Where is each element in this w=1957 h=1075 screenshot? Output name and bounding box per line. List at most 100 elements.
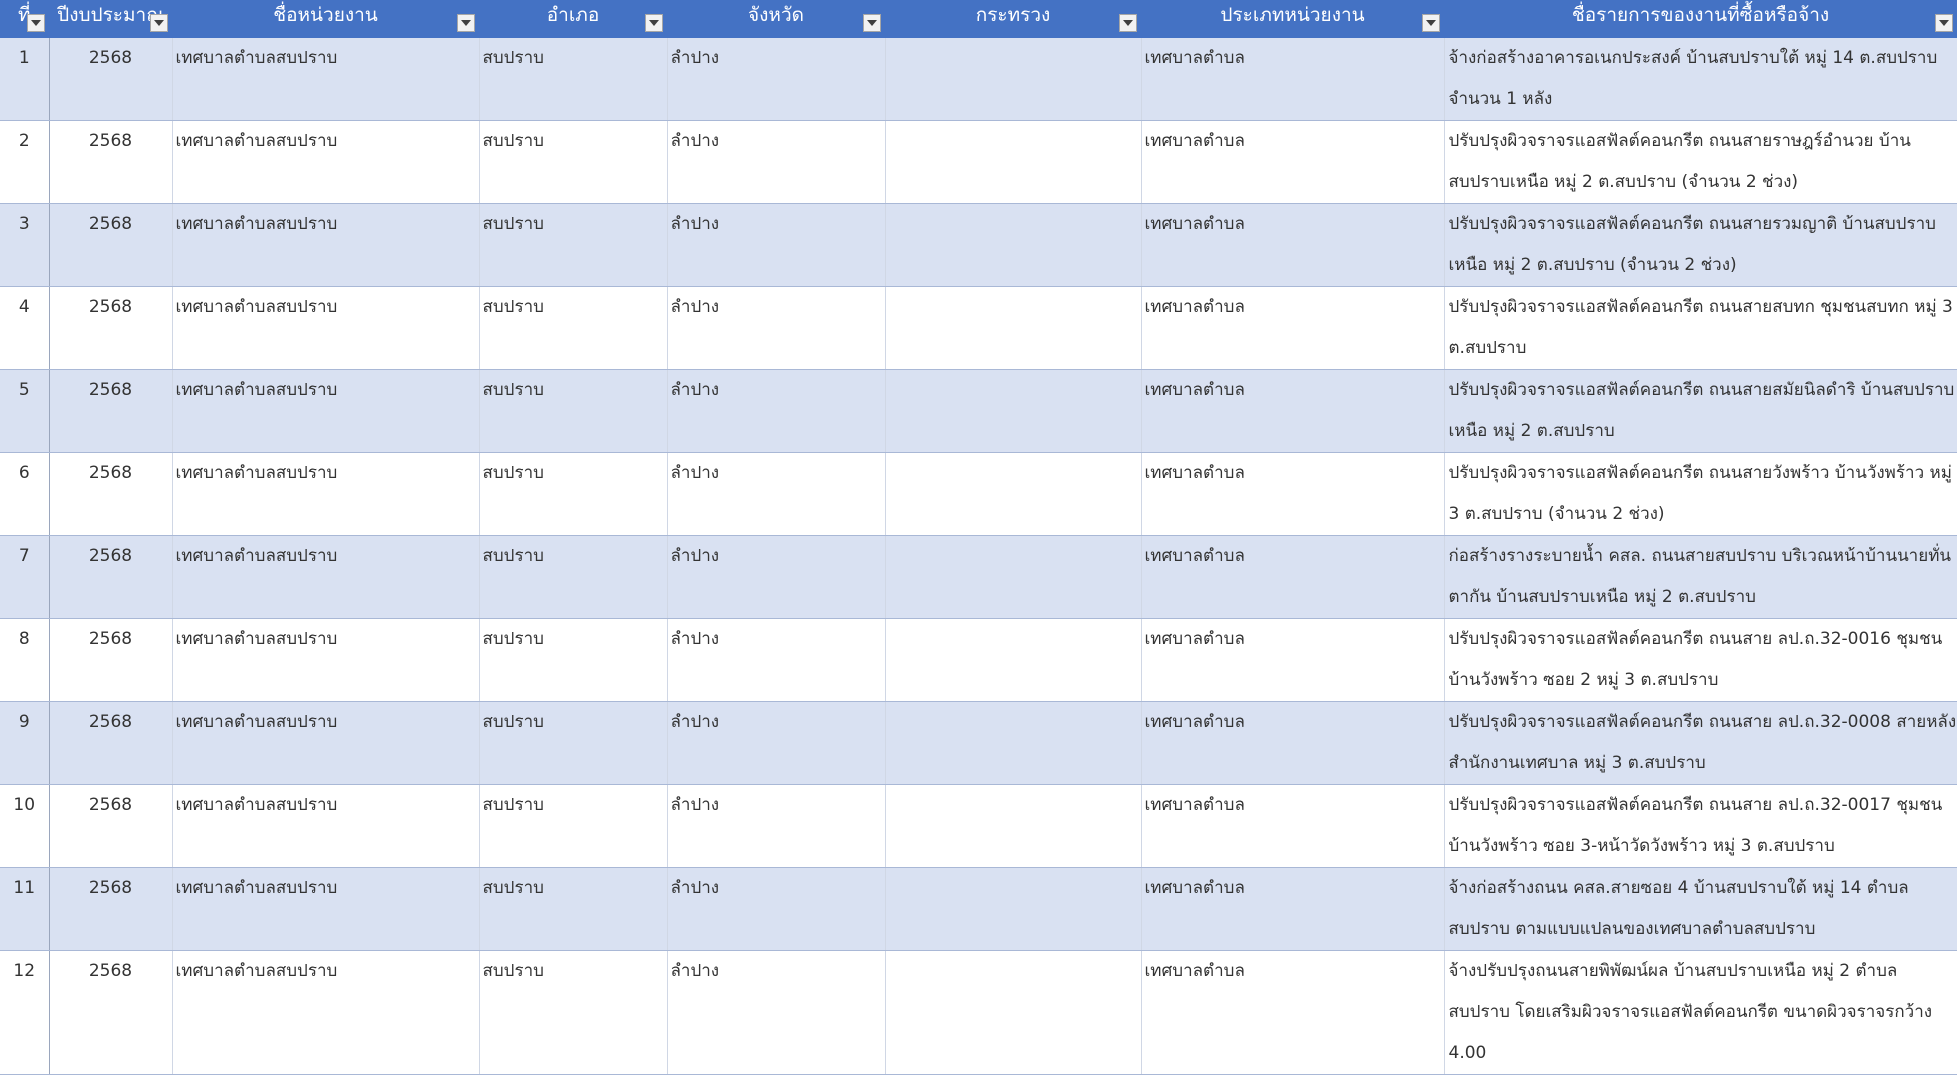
cell-no[interactable]: 10 (0, 784, 50, 868)
cell-fiscal-year[interactable]: 2568 (49, 784, 173, 868)
filter-dropdown-button[interactable] (862, 14, 881, 32)
cell-fiscal-year[interactable]: 2568 (49, 120, 173, 204)
cell-fiscal-year[interactable]: 2568 (49, 867, 173, 951)
cell-no[interactable]: 2 (0, 120, 50, 204)
cell-no[interactable]: 7 (0, 535, 50, 619)
cell-ministry[interactable] (885, 535, 1142, 619)
cell-project-name[interactable]: ปรับปรุงผิวจราจรแอสฟัลต์คอนกรีต ถนนสายวั… (1444, 452, 1957, 536)
cell-no[interactable]: 6 (0, 452, 50, 536)
cell-agency-type[interactable]: เทศบาลตำบล (1141, 38, 1445, 121)
cell-district[interactable]: สบปราบ (479, 38, 668, 121)
cell-province[interactable]: ลำปาง (667, 701, 886, 785)
cell-agency-name[interactable]: เทศบาลตำบลสบปราบ (172, 369, 480, 453)
cell-no[interactable]: 9 (0, 701, 50, 785)
cell-fiscal-year[interactable]: 2568 (49, 369, 173, 453)
cell-fiscal-year[interactable]: 2568 (49, 701, 173, 785)
cell-ministry[interactable] (885, 701, 1142, 785)
cell-province[interactable]: ลำปาง (667, 535, 886, 619)
cell-fiscal-year[interactable]: 2568 (49, 535, 173, 619)
cell-no[interactable]: 12 (0, 950, 50, 1075)
cell-province[interactable]: ลำปาง (667, 452, 886, 536)
cell-province[interactable]: ลำปาง (667, 120, 886, 204)
cell-ministry[interactable] (885, 369, 1142, 453)
cell-agency-name[interactable]: เทศบาลตำบลสบปราบ (172, 618, 480, 702)
cell-project-name[interactable]: ปรับปรุงผิวจราจรแอสฟัลต์คอนกรีต ถนนสาย ล… (1444, 784, 1957, 868)
cell-ministry[interactable] (885, 784, 1142, 868)
cell-ministry[interactable] (885, 120, 1142, 204)
cell-fiscal-year[interactable]: 2568 (49, 286, 173, 370)
cell-province[interactable]: ลำปาง (667, 369, 886, 453)
cell-agency-name[interactable]: เทศบาลตำบลสบปราบ (172, 452, 480, 536)
cell-district[interactable]: สบปราบ (479, 369, 668, 453)
cell-project-name[interactable]: จ้างก่อสร้างอาคารอเนกประสงค์ บ้านสบปราบใ… (1444, 38, 1957, 121)
cell-province[interactable]: ลำปาง (667, 950, 886, 1075)
cell-ministry[interactable] (885, 203, 1142, 287)
cell-province[interactable]: ลำปาง (667, 618, 886, 702)
cell-agency-type[interactable]: เทศบาลตำบล (1141, 618, 1445, 702)
filter-dropdown-button[interactable] (1118, 14, 1137, 32)
cell-project-name[interactable]: ปรับปรุงผิวจราจรแอสฟัลต์คอนกรีต ถนนสาย ล… (1444, 618, 1957, 702)
cell-agency-name[interactable]: เทศบาลตำบลสบปราบ (172, 120, 480, 204)
cell-ministry[interactable] (885, 38, 1142, 121)
cell-project-name[interactable]: ปรับปรุงผิวจราจรแอสฟัลต์คอนกรีต ถนนสายรา… (1444, 120, 1957, 204)
cell-project-name[interactable]: ปรับปรุงผิวจราจรแอสฟัลต์คอนกรีต ถนนสายรว… (1444, 203, 1957, 287)
cell-agency-type[interactable]: เทศบาลตำบล (1141, 120, 1445, 204)
cell-ministry[interactable] (885, 867, 1142, 951)
cell-no[interactable]: 5 (0, 369, 50, 453)
cell-project-name[interactable]: ปรับปรุงผิวจราจรแอสฟัลต์คอนกรีต ถนนสายสม… (1444, 369, 1957, 453)
cell-district[interactable]: สบปราบ (479, 867, 668, 951)
cell-agency-name[interactable]: เทศบาลตำบลสบปราบ (172, 535, 480, 619)
cell-fiscal-year[interactable]: 2568 (49, 950, 173, 1075)
cell-no[interactable]: 3 (0, 203, 50, 287)
filter-dropdown-button[interactable] (644, 14, 663, 32)
cell-province[interactable]: ลำปาง (667, 203, 886, 287)
cell-ministry[interactable] (885, 286, 1142, 370)
cell-agency-name[interactable]: เทศบาลตำบลสบปราบ (172, 203, 480, 287)
cell-district[interactable]: สบปราบ (479, 120, 668, 204)
cell-province[interactable]: ลำปาง (667, 784, 886, 868)
cell-fiscal-year[interactable]: 2568 (49, 618, 173, 702)
cell-district[interactable]: สบปราบ (479, 784, 668, 868)
cell-fiscal-year[interactable]: 2568 (49, 452, 173, 536)
cell-project-name[interactable]: ก่อสร้างรางระบายน้ำ คสล. ถนนสายสบปราบ บร… (1444, 535, 1957, 619)
cell-agency-type[interactable]: เทศบาลตำบล (1141, 701, 1445, 785)
cell-agency-name[interactable]: เทศบาลตำบลสบปราบ (172, 784, 480, 868)
cell-agency-name[interactable]: เทศบาลตำบลสบปราบ (172, 867, 480, 951)
filter-dropdown-button[interactable] (26, 14, 45, 32)
cell-district[interactable]: สบปราบ (479, 203, 668, 287)
cell-district[interactable]: สบปราบ (479, 618, 668, 702)
cell-agency-type[interactable]: เทศบาลตำบล (1141, 784, 1445, 868)
cell-agency-type[interactable]: เทศบาลตำบล (1141, 867, 1445, 951)
cell-ministry[interactable] (885, 950, 1142, 1075)
cell-district[interactable]: สบปราบ (479, 452, 668, 536)
cell-project-name[interactable]: ปรับปรุงผิวจราจรแอสฟัลต์คอนกรีต ถนนสาย ล… (1444, 701, 1957, 785)
filter-dropdown-button[interactable] (1934, 14, 1953, 32)
cell-no[interactable]: 4 (0, 286, 50, 370)
cell-agency-name[interactable]: เทศบาลตำบลสบปราบ (172, 950, 480, 1075)
cell-no[interactable]: 8 (0, 618, 50, 702)
cell-province[interactable]: ลำปาง (667, 867, 886, 951)
cell-district[interactable]: สบปราบ (479, 950, 668, 1075)
cell-agency-type[interactable]: เทศบาลตำบล (1141, 203, 1445, 287)
cell-no[interactable]: 11 (0, 867, 50, 951)
cell-project-name[interactable]: ปรับปรุงผิวจราจรแอสฟัลต์คอนกรีต ถนนสายสบ… (1444, 286, 1957, 370)
cell-project-name[interactable]: จ้างก่อสร้างถนน คสล.สายซอย 4 บ้านสบปราบใ… (1444, 867, 1957, 951)
cell-agency-name[interactable]: เทศบาลตำบลสบปราบ (172, 701, 480, 785)
cell-agency-type[interactable]: เทศบาลตำบล (1141, 286, 1445, 370)
cell-province[interactable]: ลำปาง (667, 286, 886, 370)
filter-dropdown-button[interactable] (1421, 14, 1440, 32)
filter-dropdown-button[interactable] (149, 14, 168, 32)
cell-ministry[interactable] (885, 618, 1142, 702)
cell-agency-type[interactable]: เทศบาลตำบล (1141, 369, 1445, 453)
cell-district[interactable]: สบปราบ (479, 535, 668, 619)
cell-ministry[interactable] (885, 452, 1142, 536)
cell-fiscal-year[interactable]: 2568 (49, 203, 173, 287)
cell-agency-name[interactable]: เทศบาลตำบลสบปราบ (172, 286, 480, 370)
cell-fiscal-year[interactable]: 2568 (49, 38, 173, 121)
cell-no[interactable]: 1 (0, 38, 50, 121)
cell-district[interactable]: สบปราบ (479, 701, 668, 785)
cell-district[interactable]: สบปราบ (479, 286, 668, 370)
cell-project-name[interactable]: จ้างปรับปรุงถนนสายพิพัฒน์ผล บ้านสบปราบเห… (1444, 950, 1957, 1075)
cell-agency-name[interactable]: เทศบาลตำบลสบปราบ (172, 38, 480, 121)
filter-dropdown-button[interactable] (456, 14, 475, 32)
